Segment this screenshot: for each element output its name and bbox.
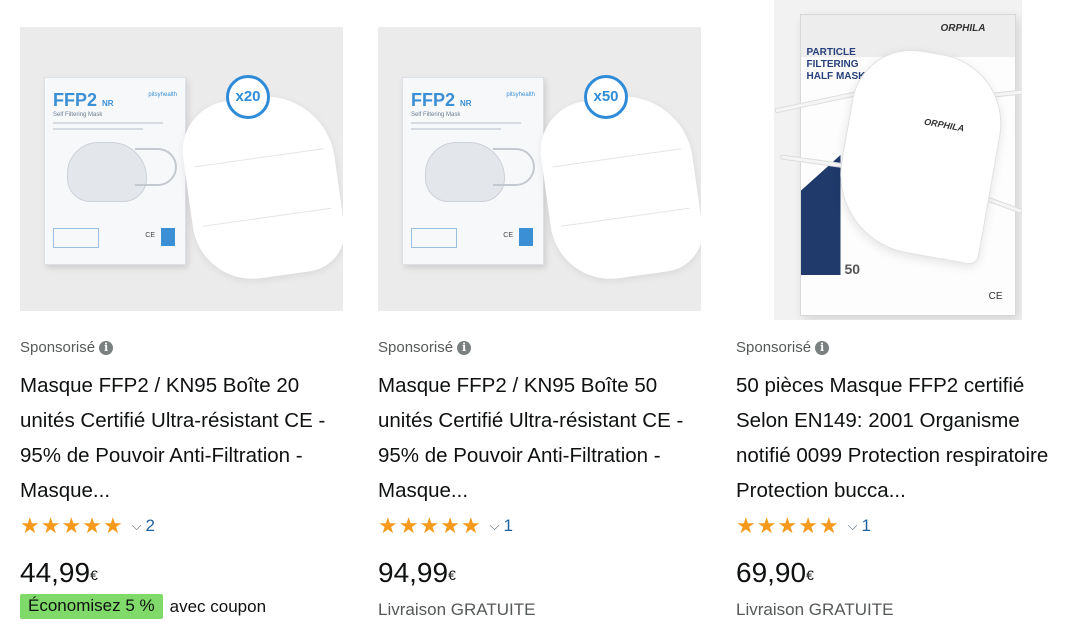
mask-fold [560,207,690,227]
ce-mark: CE [145,231,155,239]
price[interactable]: 94,99€ [378,557,456,589]
star-icon: ★ [818,513,839,538]
review-count[interactable]: 1 [862,516,871,536]
coupon: Économisez 5 % avec coupon [20,594,266,619]
star-icon: ★ [82,513,102,538]
box-count-badge [519,227,533,246]
star-icon: ★ [460,513,481,538]
price-value: 44,99 [20,557,91,588]
review-count[interactable]: 1 [504,516,513,536]
star-icon: ★ [736,513,756,538]
box-count-badge [161,227,175,246]
mask-box-graphic: FFP2 NR Self Filtering Mask pitsyhealth … [402,76,544,265]
mask-fold [552,147,682,167]
box-quantity: 50 [844,261,861,277]
star-icon: ★ [798,513,818,538]
box-text-line [53,121,163,124]
sponsored-label: Sponsorisé i [20,339,114,356]
chevron-down-icon[interactable]: ⌵ [848,518,858,534]
price-currency: € [90,567,98,583]
product-title[interactable]: Masque FFP2 / KN95 Boîte 50 unités Certi… [378,368,708,508]
info-icon[interactable]: i [457,340,472,355]
price-currency: € [806,567,814,583]
star-icon: ★ [40,513,61,538]
box-stripe [800,155,841,275]
sponsored-text: Sponsorisé [736,339,812,356]
product-card[interactable]: FFP2 NR Self Filtering Mask pitsyhealth … [378,0,708,627]
rating[interactable]: ★ ★ ★ ★ ★ ⌵ 2 [20,514,155,538]
product-image[interactable]: ORPHILA PARTICLE FILTERING HALF MASK 50 … [736,0,1059,320]
mask-strap [493,147,535,186]
coupon-text: avec coupon [169,596,267,616]
product-title[interactable]: Masque FFP2 / KN95 Boîte 20 unités Certi… [20,368,350,508]
star-icon: ★ [20,513,40,538]
product-image[interactable]: FFP2 NR Self Filtering Mask pitsyhealth … [20,0,343,320]
review-count[interactable]: 2 [146,516,155,536]
product-photo: FFP2 NR Self Filtering Mask pitsyhealth … [378,26,701,311]
product-image[interactable]: FFP2 NR Self Filtering Mask pitsyhealth … [378,0,701,320]
star-icon: ★ [777,513,798,538]
info-icon[interactable]: i [99,340,114,355]
star-icon: ★ [378,513,398,538]
box-subtitle: Self Filtering Mask [411,111,461,118]
box-text-line [53,127,143,130]
mask-strap [135,147,177,186]
product-card[interactable]: FFP2 NR Self Filtering Mask pitsyhealth … [20,0,350,627]
box-brand: ORPHILA [940,23,986,34]
folded-mask-graphic [534,86,701,287]
box-text-line [411,121,521,124]
box-subtitle: Self Filtering Mask [53,111,103,118]
quantity-badge: x20 [226,74,270,119]
rating[interactable]: ★ ★ ★ ★ ★ ⌵ 1 [736,514,871,538]
star-rating: ★ ★ ★ ★ ★ [20,515,124,537]
box-info-panel [411,227,457,248]
rating[interactable]: ★ ★ ★ ★ ★ ⌵ 1 [378,514,513,538]
ce-mark: CE [503,231,513,239]
box-info-panel [53,227,99,248]
sponsored-text: Sponsorisé [20,339,96,356]
folded-mask-graphic [176,86,343,287]
price[interactable]: 44,99€ [20,557,98,589]
box-brand: pitsyhealth [148,91,177,98]
sponsored-text: Sponsorisé [378,339,454,356]
delivery-info: Livraison GRATUITE [736,600,894,619]
star-icon: ★ [398,513,419,538]
info-icon[interactable]: i [815,340,830,355]
chevron-down-icon[interactable]: ⌵ [132,518,142,534]
star-rating: ★ ★ ★ ★ ★ [736,515,840,537]
mask-box-graphic: FFP2 NR Self Filtering Mask pitsyhealth … [44,76,186,265]
price[interactable]: 69,90€ [736,557,814,589]
price-value: 69,90 [736,557,807,588]
ce-mark: CE [988,291,1003,302]
box-text-line [411,127,501,130]
box-text: PARTICLE FILTERING HALF MASK [806,47,866,82]
price-value: 94,99 [378,557,449,588]
product-title[interactable]: 50 pièces Masque FFP2 certifié Selon EN1… [736,368,1066,508]
mask-fold [194,147,324,167]
star-rating: ★ ★ ★ ★ ★ [378,515,482,537]
box-label: FFP2 NR [53,89,114,110]
sponsored-label: Sponsorisé i [378,339,472,356]
mask-fold [202,207,332,227]
star-icon: ★ [61,513,82,538]
price-currency: € [448,567,456,583]
star-icon: ★ [102,513,123,538]
delivery-info: Livraison GRATUITE [378,600,536,619]
product-card[interactable]: ORPHILA PARTICLE FILTERING HALF MASK 50 … [736,0,1066,627]
chevron-down-icon[interactable]: ⌵ [490,518,500,534]
box-label: FFP2 NR [411,89,472,110]
product-photo: ORPHILA PARTICLE FILTERING HALF MASK 50 … [773,0,1022,320]
coupon-badge[interactable]: Économisez 5 % [20,594,163,619]
box-brand: pitsyhealth [506,91,535,98]
quantity-badge: x50 [584,74,628,119]
star-icon: ★ [756,513,777,538]
product-photo: FFP2 NR Self Filtering Mask pitsyhealth … [20,26,343,311]
star-icon: ★ [419,513,440,538]
sponsored-label: Sponsorisé i [736,339,830,356]
star-icon: ★ [440,513,460,538]
